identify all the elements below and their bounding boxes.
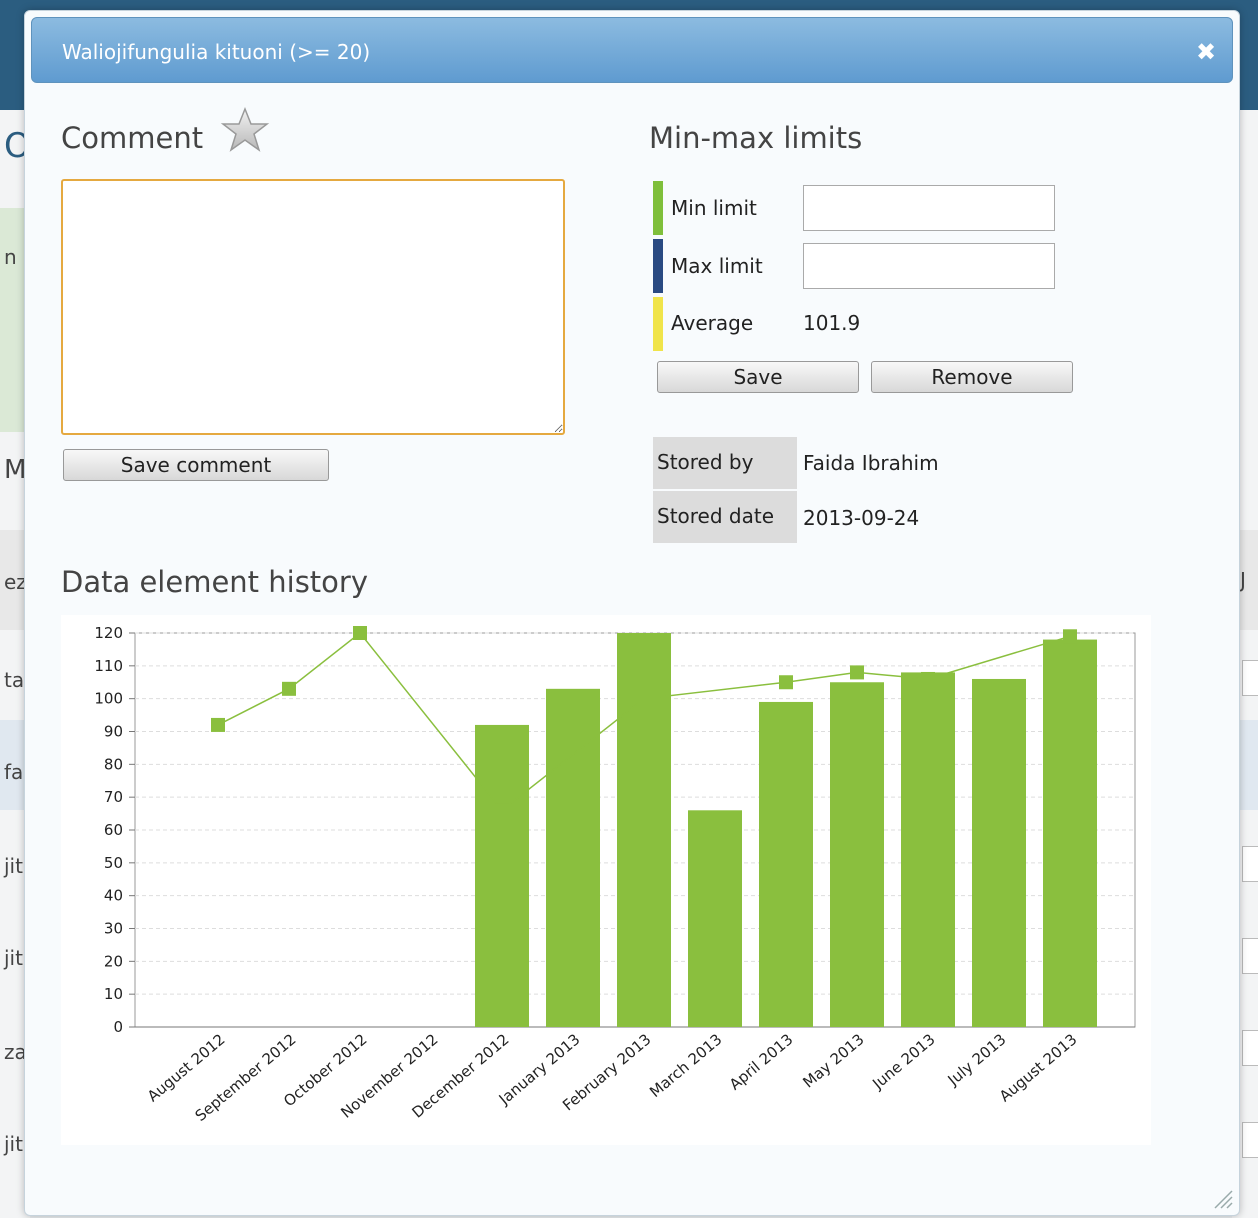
average-value: 101.9 xyxy=(803,311,861,335)
x-tick-label: April 2013 xyxy=(726,1030,797,1093)
chart-bar xyxy=(830,682,884,1027)
chart-bar xyxy=(972,678,1026,1027)
chart-bar xyxy=(1043,639,1097,1027)
chart-bar xyxy=(688,810,742,1027)
y-tick-label: 40 xyxy=(104,887,123,905)
history-dialog: Waliojifungulia kituoni (>= 20) ✖ Commen… xyxy=(24,10,1240,1216)
comment-heading: Comment xyxy=(61,121,204,155)
x-tick-label: March 2013 xyxy=(646,1030,725,1101)
background-field xyxy=(1242,938,1258,974)
y-tick-label: 30 xyxy=(104,920,123,938)
y-tick-label: 80 xyxy=(104,755,123,773)
y-tick-label: 70 xyxy=(104,788,123,806)
y-tick-label: 90 xyxy=(104,723,123,741)
stored-date-label: Stored date xyxy=(653,491,797,543)
star-icon[interactable] xyxy=(219,107,271,153)
chart-point xyxy=(282,681,296,696)
stored-date-value: 2013-09-24 xyxy=(803,506,920,530)
background-text: n xyxy=(4,245,17,269)
remove-limits-button[interactable]: Remove xyxy=(871,361,1073,393)
y-tick-label: 50 xyxy=(104,854,123,872)
y-tick-label: 0 xyxy=(113,1018,123,1036)
history-chart: 0102030405060708090100110120August 2012S… xyxy=(94,624,1136,1125)
max-limit-label: Max limit xyxy=(671,254,763,278)
chart-bar xyxy=(475,724,529,1027)
stored-by-label: Stored by xyxy=(653,437,797,489)
history-chart-container: 0 10 20 30 40 50 60 70 80 90 100 110 120 August 2012 S… xyxy=(61,615,1151,1145)
chart-point xyxy=(921,671,935,686)
x-tick-label: August 2013 xyxy=(996,1030,1081,1105)
y-tick-label: 120 xyxy=(94,624,123,642)
chart-point xyxy=(211,717,225,732)
y-tick-label: 60 xyxy=(104,821,123,839)
average-label: Average xyxy=(671,311,754,335)
chart-bar xyxy=(901,672,955,1027)
x-tick-label: June 2013 xyxy=(868,1030,938,1093)
history-heading: Data element history xyxy=(61,565,369,599)
background-text: ta xyxy=(4,668,25,692)
dialog-title: Waliojifungulia kituoni (>= 20) xyxy=(62,40,371,64)
chart-point xyxy=(637,691,651,706)
x-tick-label: July 2013 xyxy=(944,1030,1010,1089)
y-tick-label: 110 xyxy=(94,657,123,675)
background-field xyxy=(1242,1122,1258,1158)
y-tick-label: 10 xyxy=(104,985,123,1003)
background-text: fa xyxy=(4,760,24,784)
limits-heading: Min-max limits xyxy=(649,121,863,155)
chart-point xyxy=(495,803,509,818)
max-limit-color-swatch xyxy=(653,239,663,293)
background-field xyxy=(1242,660,1258,696)
average-color-swatch xyxy=(653,297,663,351)
min-limit-label: Min limit xyxy=(671,196,757,220)
y-tick-label: 20 xyxy=(104,952,123,970)
save-comment-button[interactable]: Save comment xyxy=(63,449,329,481)
resize-grip-icon[interactable] xyxy=(1211,1187,1233,1209)
background-field xyxy=(1242,1030,1258,1066)
x-tick-label: May 2013 xyxy=(799,1030,867,1091)
min-limit-input[interactable] xyxy=(803,185,1055,231)
y-tick-label: 100 xyxy=(94,690,123,708)
comment-textarea[interactable] xyxy=(61,179,565,435)
background-text: jit xyxy=(4,1132,23,1156)
background-field xyxy=(1242,846,1258,882)
stored-by-value: Faida Ibrahim xyxy=(803,451,939,475)
min-limit-color-swatch xyxy=(653,181,663,235)
chart-point xyxy=(353,626,367,640)
save-limits-button[interactable]: Save xyxy=(657,361,859,393)
chart-point xyxy=(1063,629,1077,644)
background-text: J xyxy=(1240,568,1246,592)
background-text: jit xyxy=(4,854,23,878)
chart-bar xyxy=(759,701,813,1027)
background-text: jit xyxy=(4,946,23,970)
close-icon[interactable]: ✖ xyxy=(1192,38,1220,66)
dialog-titlebar[interactable]: Waliojifungulia kituoni (>= 20) ✖ xyxy=(31,17,1233,83)
max-limit-input[interactable] xyxy=(803,243,1055,289)
chart-point xyxy=(850,665,864,680)
chart-point xyxy=(779,675,793,690)
